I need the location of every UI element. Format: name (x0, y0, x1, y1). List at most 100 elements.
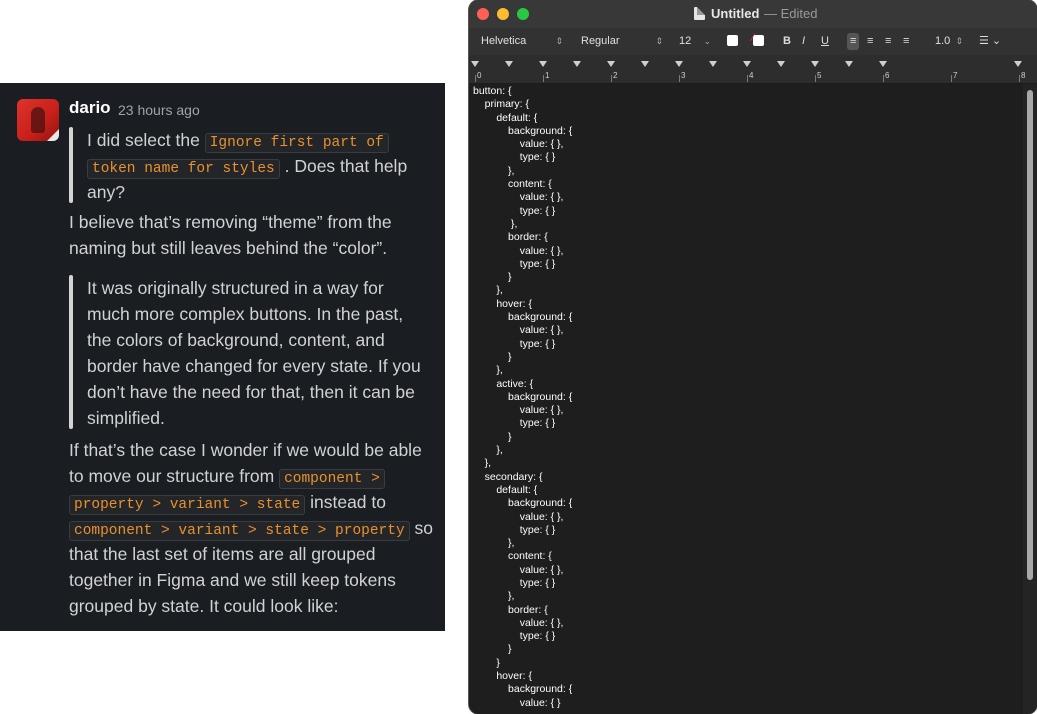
right-margin-marker-icon[interactable] (1014, 61, 1022, 67)
minimize-button[interactable] (497, 8, 509, 20)
tab-stop-icon[interactable] (709, 61, 717, 67)
message-text: so (409, 518, 434, 538)
document-text[interactable]: button: { primary: { default: { backgrou… (473, 85, 572, 710)
maximize-button[interactable] (517, 8, 529, 20)
message-text: instead to (305, 492, 386, 512)
message-text: that the last set of items are all group… (69, 544, 376, 564)
no-color-slash-icon: ⁄ (752, 32, 754, 44)
tab-stop-icon[interactable] (845, 61, 853, 67)
tab-stop-icon[interactable] (539, 61, 547, 67)
message-text: together in Figma and we still keep toke… (69, 570, 396, 590)
tab-stop-icon[interactable] (505, 61, 513, 67)
message-line: component > variant > state > property s… (69, 515, 433, 544)
edited-status: — Edited (764, 6, 818, 21)
quote-text: I did select the (87, 130, 205, 150)
ruler-tick (815, 75, 816, 82)
ruler-tick (747, 75, 748, 82)
ruler-number: 3 (681, 71, 686, 80)
quote-text: border have changed for every state. If … (87, 356, 421, 376)
quote-text: don’t have the need for that, then it ca… (87, 382, 415, 402)
quote-bar (69, 127, 73, 203)
inline-code: component > (279, 469, 385, 489)
ruler-number: 7 (953, 71, 958, 80)
bold-button[interactable]: B (783, 33, 791, 50)
text-editor[interactable]: button: { primary: { default: { backgrou… (469, 84, 1037, 714)
tab-stop-icon[interactable] (607, 61, 615, 67)
message-text: grouped by state. It could look like: (69, 596, 339, 616)
ruler-tick (883, 75, 884, 82)
font-family-select[interactable]: Helvetica ⇕ (475, 33, 567, 50)
ruler-tick (679, 75, 680, 82)
ruler-tick (611, 75, 612, 82)
quote-text: much more complex buttons. In the past, (87, 304, 404, 324)
align-right-icon[interactable]: ≡ (885, 33, 891, 50)
tab-stop-icon[interactable] (811, 61, 819, 67)
message-line: to move our structure from component > (69, 463, 385, 492)
ruler-tick (543, 75, 544, 82)
line-spacing-select[interactable]: 1.0 ⇕ (929, 33, 967, 50)
font-style-select[interactable]: Regular ⇕ (575, 33, 667, 50)
avatar[interactable] (17, 99, 59, 141)
avatar-corner (47, 129, 59, 141)
ruler-tick (475, 75, 476, 82)
document-icon (694, 7, 705, 20)
line-spacing-value: 1.0 (935, 35, 951, 47)
quote-line: any? (87, 179, 125, 205)
tab-stop-icon[interactable] (573, 61, 581, 67)
list-icon[interactable]: ☰ ⌄ (979, 33, 1001, 50)
tab-stop-icon[interactable] (879, 61, 887, 67)
vertical-scrollbar[interactable] (1023, 84, 1037, 714)
message-line: property > variant > state instead to (69, 489, 386, 518)
font-style-value: Regular (581, 35, 620, 47)
ruler-number: 0 (477, 71, 482, 80)
chevron-updown-icon: ⇕ (955, 36, 963, 46)
scrollbar-thumb[interactable] (1027, 90, 1033, 580)
message-timestamp[interactable]: 23 hours ago (118, 102, 200, 118)
title-bar[interactable]: Untitled — Edited (469, 0, 1037, 28)
underline-button[interactable]: U (821, 33, 829, 50)
font-size-select[interactable]: 12 ⌄ (675, 33, 715, 50)
chevron-updown-icon: ⇕ (555, 36, 563, 46)
font-family-value: Helvetica (481, 35, 527, 47)
chat-message-panel: dario 23 hours ago I did select the Igno… (0, 83, 445, 631)
message-text: I believe that’s removing “theme” from t… (69, 212, 392, 232)
quote-line: I did select the Ignore first part of (87, 127, 389, 156)
tab-stop-icon[interactable] (641, 61, 649, 67)
inline-code: Ignore first part of (204, 133, 389, 153)
align-left-icon[interactable]: ≡ (847, 33, 860, 50)
align-center-icon[interactable]: ≡ (867, 33, 873, 50)
ruler-tick (1019, 75, 1020, 82)
ruler-number: 5 (817, 71, 822, 80)
quote-bar (69, 275, 73, 429)
tab-stop-icon[interactable] (675, 61, 683, 67)
text-color-swatch[interactable] (727, 35, 738, 46)
message-text: naming but still leaves behind the “colo… (69, 238, 388, 258)
tab-stop-icon[interactable] (777, 61, 785, 67)
author-name[interactable]: dario (69, 98, 111, 118)
quote-text: simplified. (87, 408, 165, 428)
inline-code: token name for styles (87, 159, 280, 179)
quote-text: any? (87, 182, 125, 202)
ruler[interactable]: 0 1 2 3 4 5 6 7 8 (469, 55, 1037, 84)
ruler-tick (951, 75, 952, 82)
highlight-color-swatch[interactable]: ⁄ (752, 32, 764, 46)
ruler-number: 4 (749, 71, 754, 80)
chevron-updown-icon: ⇕ (655, 36, 663, 46)
close-button[interactable] (477, 8, 489, 20)
ruler-number: 8 (1021, 71, 1026, 80)
tab-stop-icon[interactable] (471, 61, 479, 67)
quote-line: token name for styles . Does that help (87, 153, 407, 182)
align-justify-icon[interactable]: ≡ (903, 33, 909, 50)
chevron-down-icon: ⌄ (703, 36, 711, 46)
window-title: Untitled (711, 6, 760, 21)
textedit-window: Untitled — Edited Helvetica ⇕ Regular ⇕ … (469, 0, 1037, 714)
tab-stop-icon[interactable] (743, 61, 751, 67)
quote-text: the colors of background, content, and (87, 330, 385, 350)
message-text: to move our structure from (69, 466, 280, 486)
avatar-figure (31, 107, 45, 133)
font-size-value: 12 (679, 35, 692, 47)
message-text: If that’s the case I wonder if we would … (69, 440, 422, 460)
quote-text: It was originally structured in a way fo… (87, 278, 384, 298)
italic-button[interactable]: I (802, 33, 805, 50)
inline-code: property > variant > state (69, 495, 306, 515)
